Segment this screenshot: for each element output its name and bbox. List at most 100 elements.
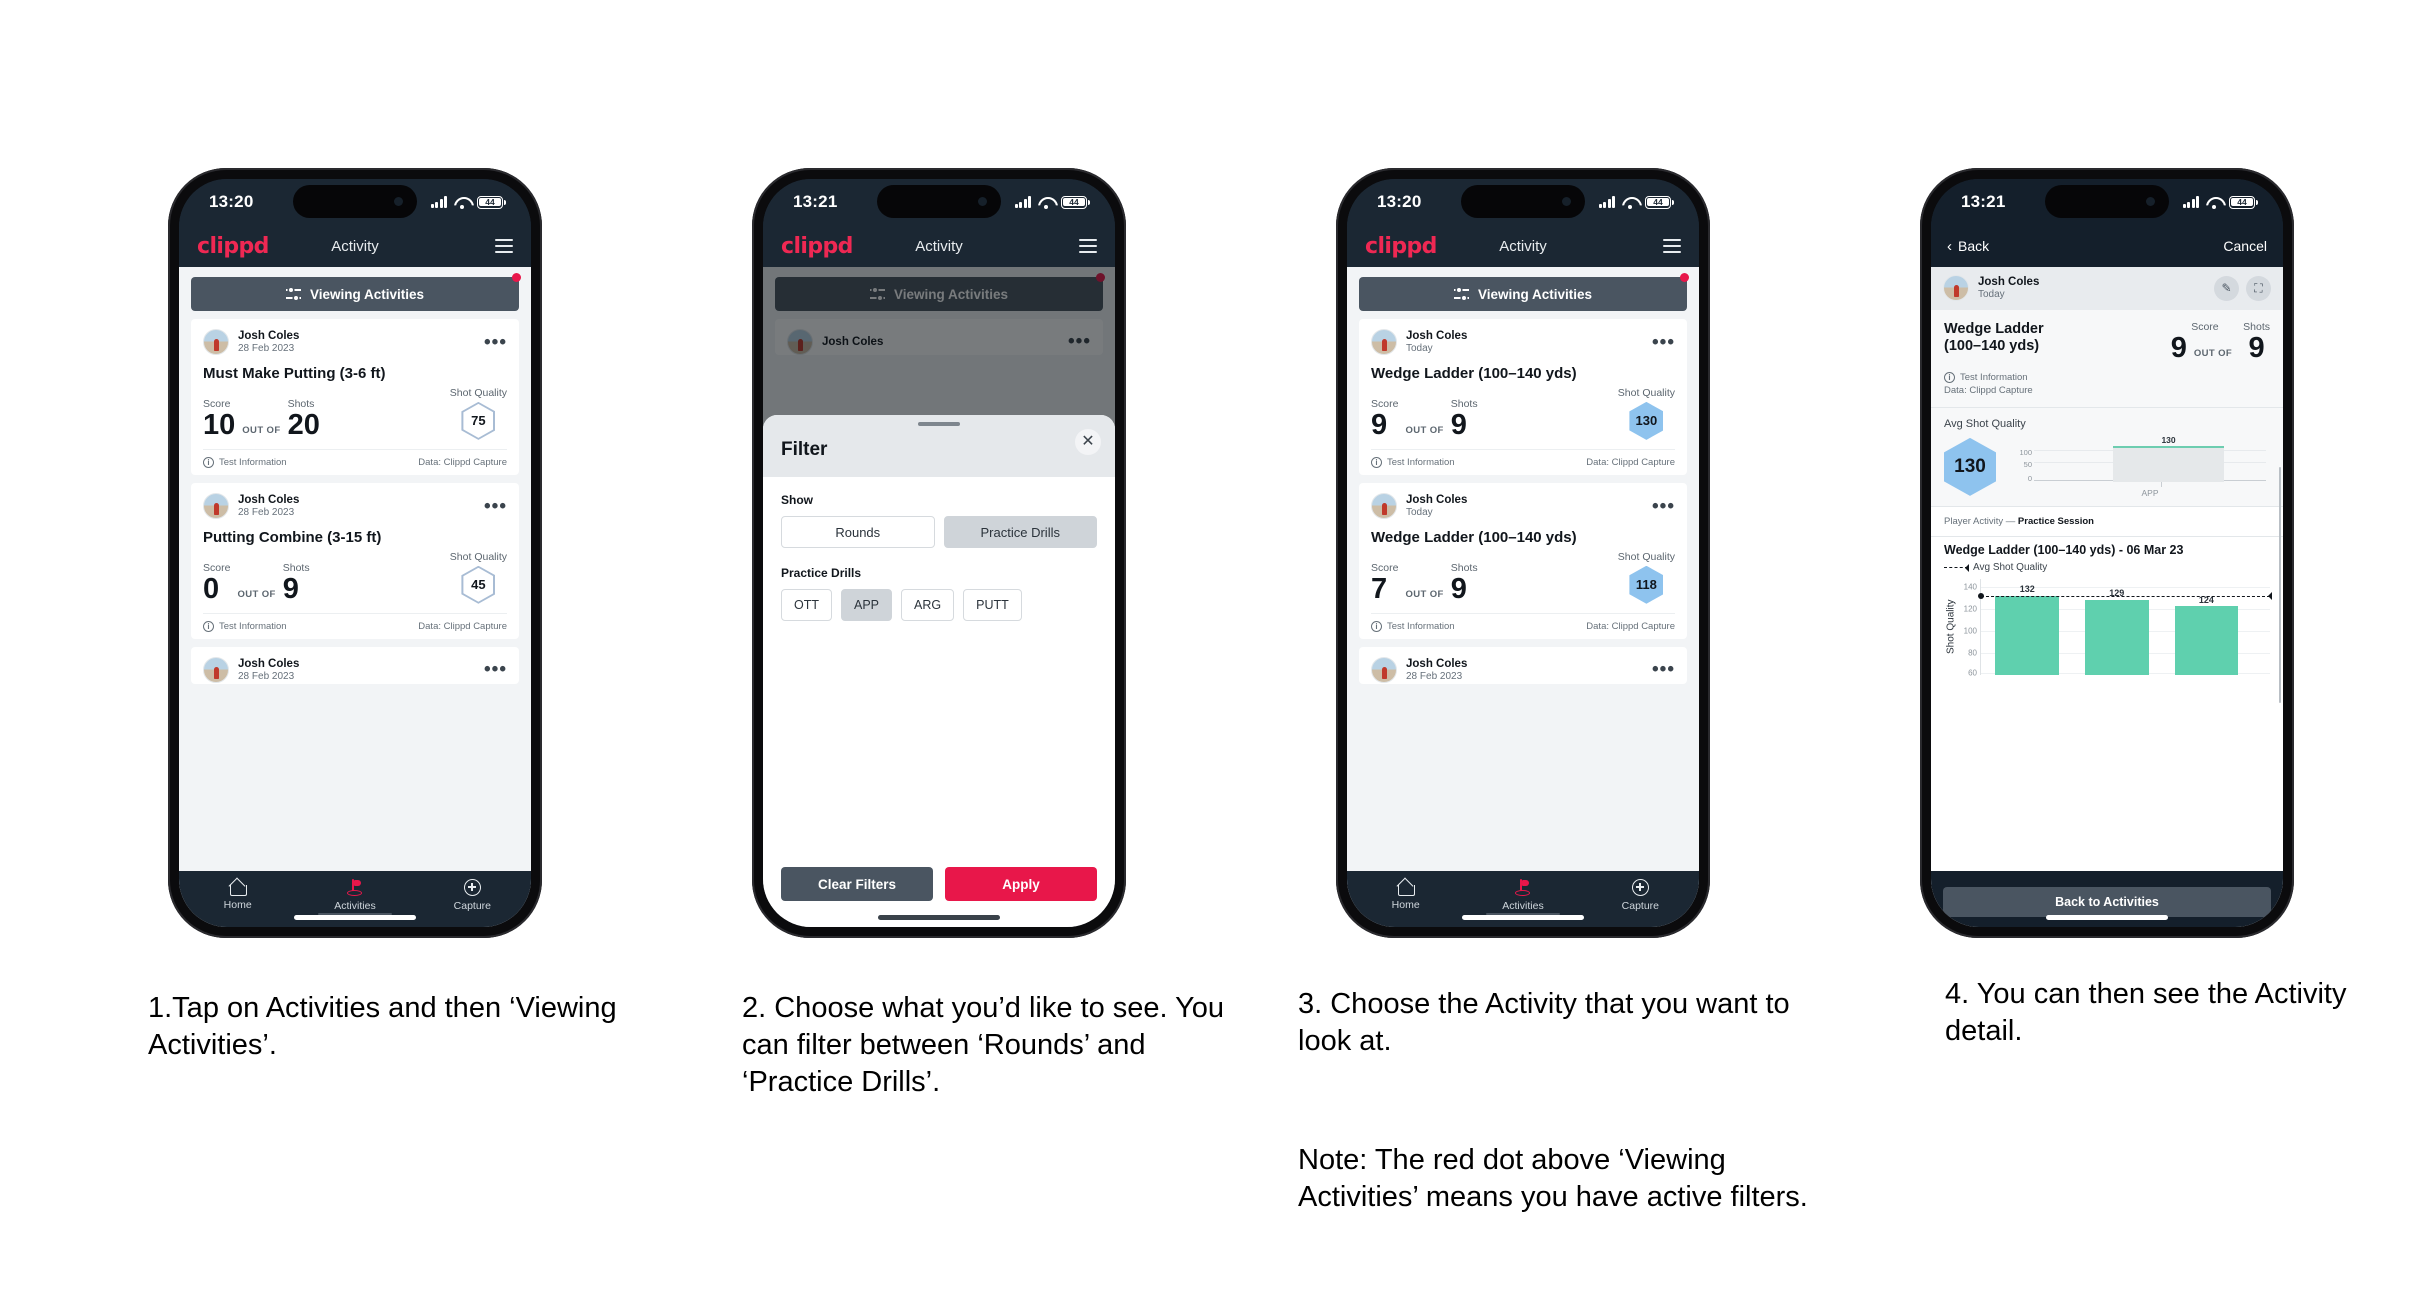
home-indicator xyxy=(294,915,416,920)
test-information-label[interactable]: Test Information xyxy=(1387,621,1455,632)
score-value: 0 xyxy=(203,572,220,605)
avatar xyxy=(1371,493,1397,520)
detail-test-information[interactable]: Test Information xyxy=(1960,372,2028,383)
info-icon: i xyxy=(1371,456,1382,468)
card-menu-icon[interactable]: ••• xyxy=(1652,497,1675,515)
filter-option-practice-drills-label: Practice Drills xyxy=(980,524,1060,540)
avatar xyxy=(1371,657,1397,684)
drill-option-app[interactable]: APP xyxy=(841,589,893,621)
status-bar: 13:21 44 xyxy=(763,179,1115,225)
score-value: 9 xyxy=(1371,408,1388,441)
shot-quality-bar-chart: Shot Quality 140 120 100 80 60 132 129 1… xyxy=(1944,578,2272,677)
shot-quality-label: Shot Quality xyxy=(449,386,507,399)
detail-summary: Wedge Ladder (100–140 yds) Score 9 OUT O… xyxy=(1931,309,2283,407)
tab-home-label: Home xyxy=(223,899,252,911)
avg-reference-line xyxy=(1978,592,2272,601)
clippd-logo: clippd xyxy=(781,233,853,259)
tab-capture[interactable]: Capture xyxy=(1582,879,1699,912)
score-value: 10 xyxy=(203,408,236,441)
card-menu-icon[interactable]: ••• xyxy=(1652,661,1675,679)
clear-filters-label: Clear Filters xyxy=(817,876,897,892)
card-date: 28 Feb 2023 xyxy=(238,671,295,683)
menu-icon[interactable] xyxy=(1663,239,1681,253)
shot-quality-hexagon: 118 xyxy=(1629,565,1664,604)
menu-icon[interactable] xyxy=(495,239,513,253)
shots-label: Shots xyxy=(282,561,310,574)
clippd-logo: clippd xyxy=(1365,233,1437,259)
back-to-activities-button[interactable]: Back to Activities xyxy=(1943,887,2271,917)
activity-card[interactable]: Josh Coles Today ••• Wedge Ladder (100–1… xyxy=(1359,482,1687,639)
shot-quality-hexagon: 130 xyxy=(1629,401,1664,440)
viewing-activities-button[interactable]: Viewing Activities xyxy=(191,277,519,311)
card-user-name: Josh Coles xyxy=(1406,493,1468,506)
expand-icon[interactable]: ⛶ xyxy=(2246,275,2271,301)
card-menu-icon[interactable]: ••• xyxy=(484,661,507,679)
back-button[interactable]: ‹ Back xyxy=(1947,238,1989,255)
drill-option-app-label: APP xyxy=(854,598,880,612)
scrollbar[interactable] xyxy=(2278,466,2281,703)
battery-level: 44 xyxy=(2237,197,2247,207)
activity-card[interactable]: Josh Coles Today ••• Wedge Ladder (100–1… xyxy=(1359,319,1687,475)
detail-data-source: Data: Clippd Capture xyxy=(1944,384,2033,396)
test-information-label[interactable]: Test Information xyxy=(1387,457,1455,468)
card-title: Putting Combine (3-15 ft) xyxy=(203,528,382,546)
card-user-name: Josh Coles xyxy=(1406,330,1468,342)
drill-option-ott[interactable]: OTT xyxy=(781,589,832,621)
pencil-icon[interactable]: ✎ xyxy=(2214,275,2239,301)
activity-card-list[interactable]: Josh Coles 28 Feb 2023 ••• Must Make Put… xyxy=(179,319,531,871)
card-title: Must Make Putting (3-6 ft) xyxy=(203,364,386,382)
avg-shot-quality-value: 130 xyxy=(1954,455,1986,477)
page-title: Activity xyxy=(331,237,379,255)
drill-option-putt[interactable]: PUTT xyxy=(963,589,1022,621)
sheet-grabber[interactable] xyxy=(918,422,960,426)
cancel-label: Cancel xyxy=(2223,238,2267,254)
menu-icon[interactable] xyxy=(1079,239,1097,253)
status-time: 13:20 xyxy=(1377,192,1422,211)
caption-step-3-note: Note: The red dot above ‘Viewing Activit… xyxy=(1298,1144,1808,1214)
out-of-label: OUT OF xyxy=(242,424,281,436)
card-menu-icon[interactable]: ••• xyxy=(484,497,507,515)
apply-button[interactable]: Apply xyxy=(945,867,1097,901)
filters-icon xyxy=(285,287,301,301)
tab-activities[interactable]: Activities xyxy=(1464,879,1581,915)
activity-card[interactable]: Josh Coles 28 Feb 2023 ••• xyxy=(191,646,519,684)
card-menu-icon[interactable]: ••• xyxy=(484,333,507,351)
close-icon[interactable]: ✕ xyxy=(1075,429,1101,455)
shots-value: 9 xyxy=(1450,408,1467,441)
tab-capture[interactable]: Capture xyxy=(414,879,531,912)
tab-home-label: Home xyxy=(1391,899,1420,911)
filter-option-rounds[interactable]: Rounds xyxy=(781,516,935,548)
viewing-activities-label: Viewing Activities xyxy=(309,286,425,302)
caption-step-4: 4. You can then see the Activity detail. xyxy=(1945,978,2347,1048)
cancel-button[interactable]: Cancel xyxy=(2223,238,2267,254)
drill-option-arg[interactable]: ARG xyxy=(901,589,955,621)
mini-ytick-100: 100 xyxy=(2019,447,2032,457)
viewing-activities-label: Viewing Activities xyxy=(1477,286,1593,302)
viewing-activities-button[interactable]: Viewing Activities xyxy=(1359,277,1687,311)
mini-chart-x-label: APP xyxy=(2141,487,2159,498)
filters-icon xyxy=(1453,287,1469,301)
tab-activities[interactable]: Activities xyxy=(296,879,413,915)
test-information-label[interactable]: Test Information xyxy=(219,457,287,468)
shot-quality-value: 45 xyxy=(463,567,494,602)
card-title: Wedge Ladder (100–140 yds) xyxy=(1371,528,1577,546)
activity-card[interactable]: Josh Coles 28 Feb 2023 ••• Must Make Put… xyxy=(191,319,519,475)
info-icon: i xyxy=(1944,371,1955,383)
app-header: clippd Activity xyxy=(1347,225,1699,267)
card-menu-icon[interactable]: ••• xyxy=(1652,333,1675,351)
tab-home[interactable]: Home xyxy=(179,879,296,911)
shot-quality-value: 75 xyxy=(463,403,494,438)
activity-card-list[interactable]: Josh Coles Today ••• Wedge Ladder (100–1… xyxy=(1347,319,1699,871)
avatar xyxy=(203,329,229,356)
test-information-label[interactable]: Test Information xyxy=(219,621,287,632)
show-options: Rounds Practice Drills xyxy=(781,516,1097,548)
detail-shots-block: Shots 9 xyxy=(2243,321,2270,363)
tab-home[interactable]: Home xyxy=(1347,879,1464,911)
clear-filters-button[interactable]: Clear Filters xyxy=(781,867,933,901)
detail-out-of-label: OUT OF xyxy=(2193,347,2233,359)
activity-card[interactable]: Josh Coles 28 Feb 2023 ••• xyxy=(1359,646,1687,684)
cellular-signal-icon xyxy=(1014,196,1031,208)
detail-scroll-area[interactable]: Wedge Ladder (100–140 yds) Score 9 OUT O… xyxy=(1931,309,2283,871)
activity-card[interactable]: Josh Coles 28 Feb 2023 ••• Putting Combi… xyxy=(191,482,519,639)
filter-option-practice-drills[interactable]: Practice Drills xyxy=(943,516,1097,548)
